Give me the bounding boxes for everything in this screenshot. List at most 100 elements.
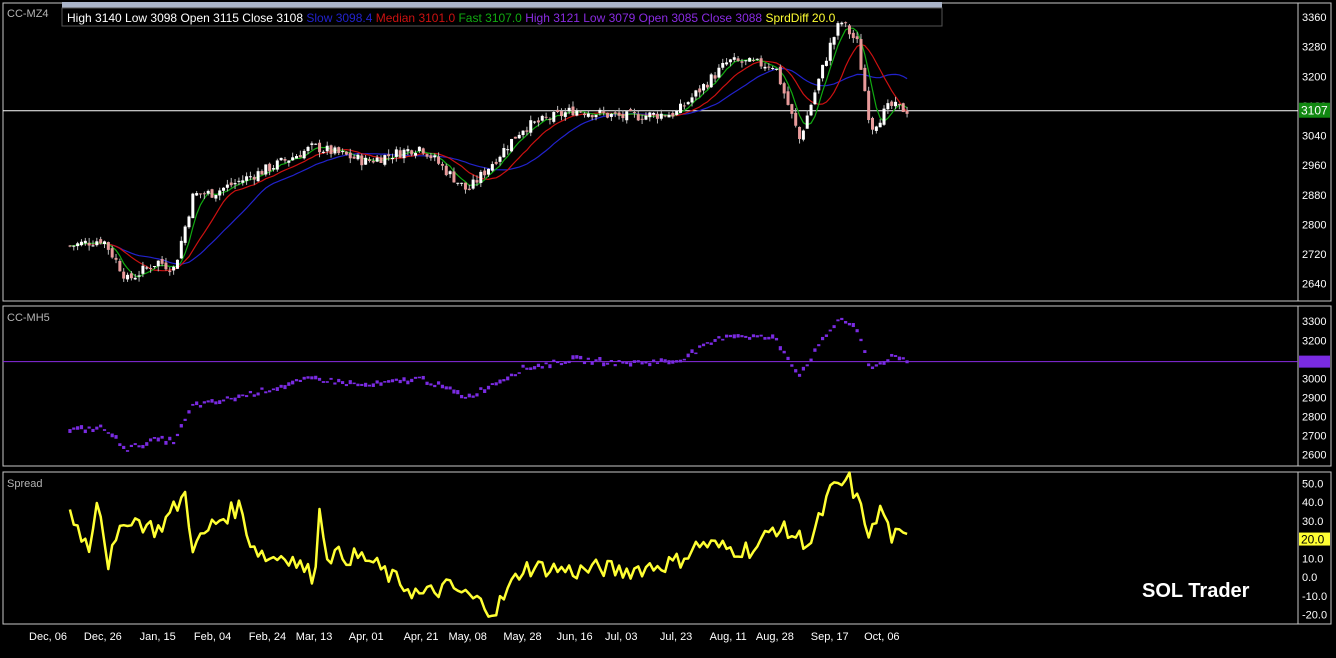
second-bar bbox=[229, 397, 233, 400]
second-bar bbox=[855, 329, 859, 333]
price-panel-title: CC-MZ4 bbox=[7, 8, 49, 20]
candle-body bbox=[798, 126, 802, 139]
date-tick-label: Oct, 06 bbox=[864, 631, 899, 643]
candle-body bbox=[122, 271, 126, 279]
second-bar bbox=[701, 343, 706, 347]
second-bar bbox=[817, 344, 821, 347]
candle-body bbox=[598, 109, 602, 113]
candle-body bbox=[502, 148, 506, 158]
second-bar bbox=[471, 395, 475, 398]
second-bar bbox=[321, 381, 325, 383]
second-bar bbox=[851, 323, 855, 328]
second-bar bbox=[325, 381, 329, 383]
candle-body bbox=[832, 37, 836, 45]
header-item-value: 3108 bbox=[276, 11, 303, 25]
second-bar bbox=[878, 362, 882, 365]
second-bar bbox=[148, 438, 153, 442]
second-bar bbox=[552, 359, 556, 362]
candle-body bbox=[736, 58, 740, 61]
candle-body bbox=[859, 39, 863, 70]
header-item-label: Low bbox=[122, 11, 151, 25]
candle-body bbox=[275, 160, 279, 170]
candle-body bbox=[252, 176, 256, 180]
second-bar bbox=[294, 379, 299, 382]
second-bar bbox=[440, 384, 445, 389]
candle-body bbox=[129, 273, 133, 279]
candle-body bbox=[586, 113, 590, 117]
candle-body bbox=[648, 112, 652, 118]
second-bar bbox=[905, 360, 909, 364]
candle-body bbox=[172, 266, 176, 271]
spread-panel-title: Spread bbox=[7, 478, 42, 490]
candle-body bbox=[617, 112, 621, 116]
candle-body bbox=[444, 165, 448, 176]
candle-body bbox=[575, 110, 579, 116]
second-bar bbox=[890, 353, 894, 357]
candle-body bbox=[233, 183, 237, 185]
second-bar bbox=[76, 426, 80, 430]
second-bar bbox=[87, 426, 91, 429]
candle-body bbox=[609, 113, 613, 117]
second-bar bbox=[556, 361, 560, 364]
header-item-label: Median bbox=[372, 11, 418, 25]
candle-body bbox=[563, 112, 567, 117]
header-item-label: High bbox=[522, 11, 553, 25]
second-bar bbox=[463, 396, 468, 399]
candle-body bbox=[702, 84, 706, 91]
axis-tick-label: 2960 bbox=[1302, 160, 1326, 172]
header-item-value: 3140 bbox=[95, 11, 122, 25]
second-bar bbox=[805, 364, 809, 367]
second-bar bbox=[690, 349, 694, 354]
second-bar bbox=[652, 359, 656, 363]
candle-body bbox=[844, 22, 848, 24]
second-bar bbox=[452, 389, 456, 394]
second-bar bbox=[513, 374, 517, 377]
second-bar bbox=[494, 382, 498, 386]
candle-body bbox=[429, 155, 433, 159]
second-bar bbox=[579, 355, 583, 360]
second-bar bbox=[164, 440, 168, 445]
second-bar bbox=[675, 360, 679, 363]
second-bar bbox=[824, 334, 829, 337]
candle-body bbox=[371, 160, 375, 163]
second-bar bbox=[72, 427, 76, 430]
second-bar bbox=[498, 379, 502, 384]
second-bar bbox=[598, 356, 602, 361]
candle-body bbox=[483, 170, 487, 176]
candle-body bbox=[68, 245, 72, 247]
second-bar bbox=[268, 390, 272, 393]
candle-body bbox=[356, 154, 360, 160]
candle-body bbox=[298, 155, 302, 158]
second-bar bbox=[893, 355, 898, 357]
candle-body bbox=[364, 157, 368, 165]
second-bar bbox=[390, 379, 395, 383]
candle-body bbox=[874, 126, 878, 131]
candle-body bbox=[79, 241, 83, 246]
candle-body bbox=[771, 67, 775, 69]
second-bar bbox=[874, 364, 878, 367]
candle-body bbox=[387, 154, 391, 157]
candle-body bbox=[897, 103, 901, 105]
second-bar bbox=[836, 319, 840, 322]
candle-body bbox=[417, 146, 421, 152]
second-bar bbox=[809, 358, 813, 362]
candle-body bbox=[540, 115, 544, 121]
date-tick-label: May, 28 bbox=[503, 631, 541, 643]
candle-body bbox=[813, 92, 817, 105]
second-bar bbox=[663, 359, 667, 363]
date-tick-label: Jul, 03 bbox=[605, 631, 637, 643]
date-tick-label: Jan, 15 bbox=[140, 631, 176, 643]
candle-body bbox=[179, 240, 183, 259]
second-bar bbox=[744, 335, 748, 338]
second-bar bbox=[521, 364, 525, 368]
candle-body bbox=[782, 83, 786, 94]
second-bar bbox=[667, 360, 671, 365]
second-bar bbox=[106, 432, 110, 434]
date-tick-label: Feb, 04 bbox=[194, 631, 231, 643]
candle-body bbox=[717, 67, 721, 78]
candle-body bbox=[556, 109, 560, 113]
second-bar bbox=[221, 399, 226, 402]
second-bar bbox=[678, 359, 683, 363]
header-item-value: 3098.4 bbox=[336, 11, 373, 25]
second-bar bbox=[387, 380, 391, 383]
